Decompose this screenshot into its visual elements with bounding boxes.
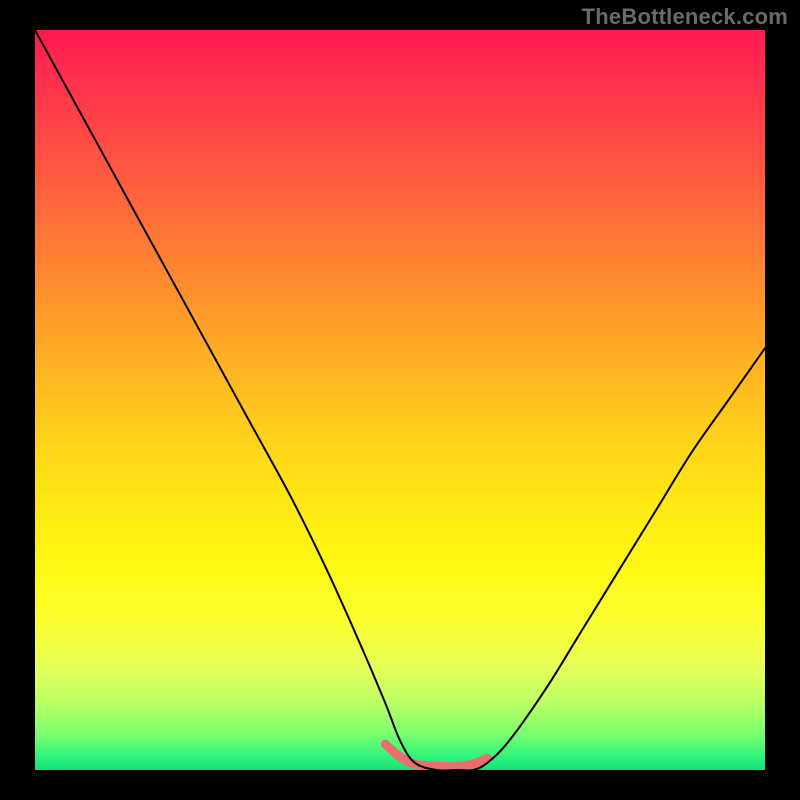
- curve-overlay: [35, 30, 765, 770]
- plot-area: [35, 30, 765, 770]
- thick-pink-segment: [385, 744, 487, 767]
- watermark-text: TheBottleneck.com: [582, 4, 788, 30]
- thin-black-curve: [35, 30, 765, 770]
- chart-frame: TheBottleneck.com: [0, 0, 800, 800]
